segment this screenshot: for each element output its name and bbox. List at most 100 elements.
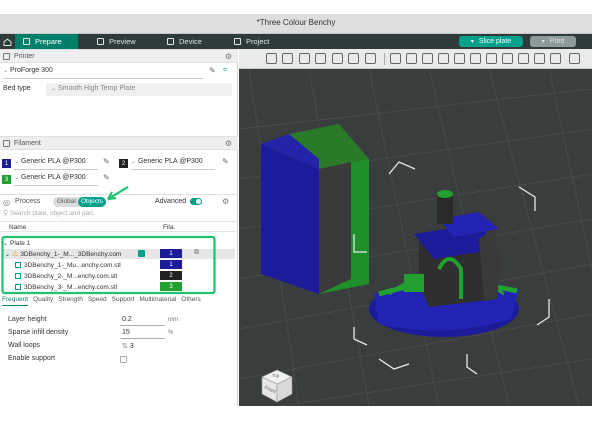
global-objects-toggle[interactable]: Global Objects bbox=[53, 197, 107, 207]
part-row-1[interactable]: 3DBenchy_1-_Mu...enchy.com.stl 1 bbox=[3, 260, 233, 270]
edit-icon[interactable]: ✎ bbox=[222, 157, 229, 166]
settings-icon[interactable]: ⧉ bbox=[194, 249, 199, 257]
tab-prepare[interactable]: Prepare bbox=[15, 34, 78, 49]
orient-icon[interactable] bbox=[299, 53, 310, 64]
advanced-toggle[interactable] bbox=[190, 198, 202, 205]
filament-slot-2-number[interactable]: 2 bbox=[119, 159, 128, 168]
settings-sliders-icon[interactable]: ⚙ bbox=[222, 197, 229, 206]
bed-type-select[interactable]: ⌄ Smooth High Temp Plate bbox=[46, 83, 232, 96]
tab-project[interactable]: Project bbox=[234, 34, 269, 49]
chevron-down-icon: ⌄ bbox=[5, 251, 11, 258]
param-layer-height: Layer height 0.2 mm bbox=[8, 316, 236, 327]
move-icon[interactable] bbox=[390, 53, 401, 64]
printer-select[interactable]: ⌄ ProForge 300 bbox=[3, 67, 203, 79]
main-toolbar: Prepare Preview Device Project ▾ Slice p… bbox=[0, 34, 592, 49]
plate-icon[interactable] bbox=[332, 53, 343, 64]
slice-plate-label: Slice plate bbox=[478, 38, 512, 45]
part-3-fila-badge[interactable]: 3 bbox=[160, 282, 182, 291]
filament-slot-2-select[interactable]: ⌄ Generic PLA @P300 bbox=[131, 158, 215, 170]
bed-type-value: Smooth High Temp Plate bbox=[57, 85, 136, 92]
bed-type-label: Bed type bbox=[3, 85, 31, 92]
view-options-icon[interactable] bbox=[569, 53, 580, 64]
advanced-label: Advanced bbox=[155, 198, 187, 205]
tab-multimaterial[interactable]: Multimaterial bbox=[139, 296, 176, 306]
chevron-down-icon: ⌄ bbox=[131, 159, 137, 165]
tab-frequent[interactable]: Frequent bbox=[2, 296, 29, 306]
toggle-objects[interactable]: Objects bbox=[78, 197, 107, 207]
part-1-name: 3DBenchy_1-_Mu...enchy.com.stl bbox=[24, 261, 121, 269]
3d-viewport[interactable]: Top Front bbox=[239, 49, 592, 406]
text-icon[interactable] bbox=[534, 53, 545, 64]
filament-slot-3-number[interactable]: 3 bbox=[2, 175, 11, 184]
settings-sliders-icon[interactable]: ⚙ bbox=[225, 139, 232, 148]
filament-slot-3-select[interactable]: ⌄ Generic PLA @P300 bbox=[14, 174, 98, 186]
measure-icon[interactable] bbox=[518, 53, 529, 64]
filament-slot-1-select[interactable]: ⌄ Generic PLA @P300 bbox=[14, 158, 98, 170]
settings-sliders-icon[interactable]: ⚙ bbox=[225, 52, 232, 61]
home-icon[interactable] bbox=[3, 34, 13, 49]
tab-preview-label: Preview bbox=[109, 37, 136, 46]
object-row[interactable]: ⌄ ⚠ 3DBenchy_1-_M..._3DBenchy.com 1 ⧉ bbox=[3, 249, 235, 259]
split-icon[interactable] bbox=[348, 53, 359, 64]
tab-device[interactable]: Device bbox=[167, 34, 202, 49]
filament-section-header[interactable]: Filament ⚙ bbox=[0, 136, 238, 150]
rotate-icon[interactable] bbox=[406, 53, 417, 64]
cut-icon[interactable] bbox=[454, 53, 465, 64]
object-fila-badge[interactable]: 1 bbox=[160, 249, 182, 258]
plate-label: Plate 1 bbox=[10, 239, 31, 247]
filament-slot-1-number[interactable]: 1 bbox=[2, 159, 11, 168]
tab-support[interactable]: Support bbox=[112, 296, 135, 306]
layout-icon[interactable] bbox=[365, 53, 376, 64]
wall-loops-stepper[interactable]: ⇅ 3 bbox=[120, 342, 165, 352]
filament-slot-2-name: Generic PLA @P300 bbox=[137, 158, 203, 165]
paint-icon[interactable] bbox=[438, 53, 449, 64]
wifi-icon[interactable]: ≈ bbox=[223, 65, 227, 74]
print-button[interactable]: ▾ Print bbox=[530, 36, 576, 47]
search-placeholder: Search plate, object and part. bbox=[9, 210, 95, 217]
assembly-icon[interactable] bbox=[550, 53, 561, 64]
chevron-down-icon: ⌄ bbox=[14, 175, 20, 181]
edit-icon[interactable]: ✎ bbox=[209, 66, 216, 75]
scene-canvas[interactable] bbox=[239, 69, 592, 406]
process-section-label: Process bbox=[15, 198, 41, 205]
scale-icon[interactable] bbox=[422, 53, 433, 64]
part-row-3[interactable]: 3DBenchy_3-_M...enchy.com.stl 3 bbox=[3, 282, 233, 292]
navigation-cube[interactable]: Top Front bbox=[260, 368, 294, 404]
printer-section-label: Printer bbox=[14, 53, 35, 60]
edit-icon[interactable]: ✎ bbox=[103, 157, 110, 166]
printer-section-header[interactable]: Printer ⚙ bbox=[0, 49, 238, 63]
chevron-down-icon: ⌄ bbox=[3, 68, 9, 74]
part-2-fila-badge[interactable]: 2 bbox=[160, 271, 182, 280]
part-row-2[interactable]: 3DBenchy_2-_M...enchy.com.stl 2 bbox=[3, 271, 233, 281]
tab-strength[interactable]: Strength bbox=[58, 296, 83, 306]
filament-section-label: Filament bbox=[14, 140, 41, 147]
arrange-icon[interactable] bbox=[315, 53, 326, 64]
spool-icon bbox=[3, 140, 10, 147]
seam-icon[interactable] bbox=[486, 53, 497, 64]
tab-quality[interactable]: Quality bbox=[33, 296, 53, 306]
object-search-input[interactable]: ⚲ Search plate, object and part. bbox=[3, 209, 235, 219]
enable-support-checkbox[interactable] bbox=[120, 356, 127, 363]
plate-row[interactable]: ⌄ Plate 1 bbox=[3, 238, 233, 248]
benchy-model bbox=[369, 190, 519, 337]
printer-icon bbox=[3, 53, 10, 60]
tab-others[interactable]: Others bbox=[181, 296, 201, 306]
part-1-fila-badge[interactable]: 1 bbox=[160, 260, 182, 269]
settings-panel: Printer ⚙ ⌄ ProForge 300 ✎ ≈ Bed type ⌄ … bbox=[0, 49, 238, 406]
tab-speed[interactable]: Speed bbox=[88, 296, 107, 306]
infill-density-input[interactable]: 15 bbox=[120, 329, 165, 339]
edit-icon[interactable]: ✎ bbox=[103, 173, 110, 182]
toggle-global[interactable]: Global bbox=[57, 198, 76, 205]
tab-preview[interactable]: Preview bbox=[97, 34, 136, 49]
layer-height-input[interactable]: 0.2 bbox=[120, 316, 165, 326]
checkbox-icon[interactable] bbox=[138, 250, 145, 257]
enable-support-label: Enable support bbox=[8, 355, 56, 362]
chevron-down-icon: ⌄ bbox=[3, 240, 9, 247]
grid-icon[interactable] bbox=[282, 53, 293, 64]
support-paint-icon[interactable] bbox=[470, 53, 481, 64]
process-section-header: ◎ Process Global Objects Advanced ⚙ bbox=[0, 194, 238, 208]
color-paint-icon[interactable] bbox=[502, 53, 513, 64]
slice-plate-button[interactable]: ▾ Slice plate bbox=[459, 36, 523, 47]
param-wall-loops: Wall loops ⇅ 3 bbox=[8, 342, 236, 353]
add-object-icon[interactable] bbox=[266, 53, 277, 64]
